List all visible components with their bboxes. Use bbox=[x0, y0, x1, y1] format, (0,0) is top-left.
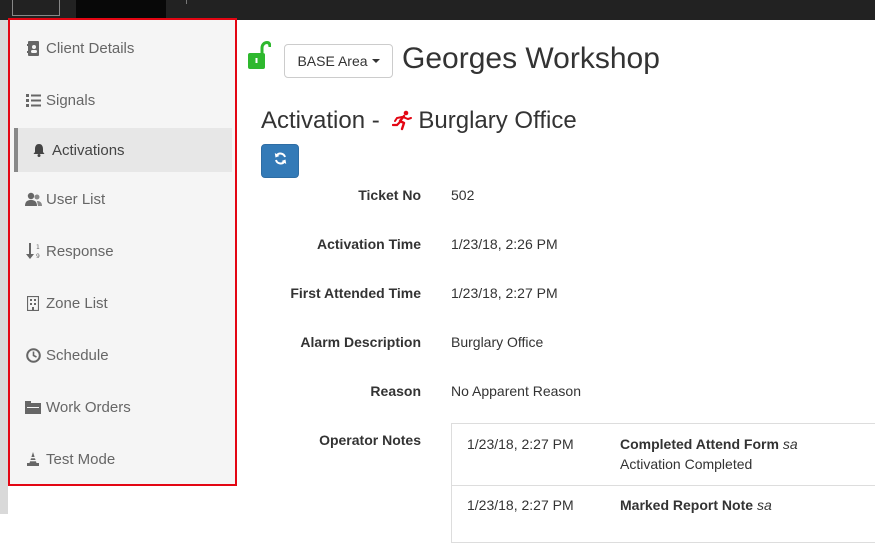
folder-icon bbox=[24, 399, 42, 415]
note-user: sa bbox=[757, 497, 772, 513]
reason-value: No Apparent Reason bbox=[451, 383, 581, 399]
refresh-icon bbox=[274, 152, 287, 170]
sidebar-item-label: Signals bbox=[46, 91, 96, 109]
sidebar-item-label: Schedule bbox=[46, 346, 109, 364]
operator-notes-list: 1/23/18, 2:27 PM Completed Attend Form sa… bbox=[451, 423, 875, 543]
sidebar-item-label: User List bbox=[46, 190, 106, 208]
note-user: sa bbox=[782, 436, 798, 452]
bell-icon bbox=[30, 142, 48, 158]
sort-numeric-icon: 19 bbox=[24, 243, 42, 259]
sidebar-item-label: Activations bbox=[52, 141, 125, 159]
users-icon bbox=[24, 191, 42, 207]
note-title: Completed Attend Form sa bbox=[620, 436, 798, 452]
alarm-description-value: Burglary Office bbox=[451, 334, 544, 350]
sidebar-item-label: Zone List bbox=[46, 294, 108, 312]
activation-title-name: Burglary Office bbox=[418, 107, 577, 134]
refresh-button[interactable] bbox=[261, 144, 299, 178]
alarm-description-label: Alarm Description bbox=[300, 334, 421, 350]
note-divider bbox=[452, 485, 875, 486]
sidebar-item-user-list[interactable]: User List bbox=[14, 177, 232, 221]
ticket-no-value: 502 bbox=[451, 187, 475, 203]
activation-time-value: 1/23/18, 2:26 PM bbox=[451, 236, 558, 252]
sidebar-item-label: Test Mode bbox=[46, 450, 116, 468]
sidebar-item-label: Work Orders bbox=[46, 398, 131, 416]
note-description: Activation Completed bbox=[620, 456, 753, 472]
sidebar-item-client-details[interactable]: Client Details bbox=[14, 26, 232, 70]
sidebar-item-label: Response bbox=[46, 242, 114, 260]
sidebar-item-label: Client Details bbox=[46, 39, 135, 57]
sidebar-item-work-orders[interactable]: Work Orders bbox=[14, 385, 232, 429]
top-navbar bbox=[0, 0, 875, 20]
navbar-brand[interactable] bbox=[12, 0, 60, 16]
first-attended-time-label: First Attended Time bbox=[290, 285, 421, 301]
operator-notes-label: Operator Notes bbox=[319, 432, 421, 448]
unlock-icon bbox=[247, 40, 272, 71]
sidebar-item-test-mode[interactable]: Test Mode bbox=[14, 437, 232, 481]
sidebar: Client Details Signals Activations User … bbox=[8, 18, 237, 486]
activation-title-prefix: Activation - bbox=[261, 107, 387, 134]
sidebar-item-zone-list[interactable]: Zone List bbox=[14, 281, 232, 325]
area-dropdown-button[interactable]: BASE Area bbox=[284, 44, 393, 78]
note-time: 1/23/18, 2:27 PM bbox=[467, 497, 574, 513]
note-time: 1/23/18, 2:27 PM bbox=[467, 436, 574, 452]
cone-icon bbox=[24, 451, 42, 467]
left-edge-strip bbox=[0, 20, 8, 514]
caret-down-icon bbox=[371, 59, 380, 63]
svg-text:9: 9 bbox=[36, 253, 40, 259]
sidebar-item-signals[interactable]: Signals bbox=[14, 78, 232, 122]
sidebar-item-schedule[interactable]: Schedule bbox=[14, 333, 232, 377]
sidebar-item-activations[interactable]: Activations bbox=[14, 128, 232, 172]
area-dropdown-label: BASE Area bbox=[297, 53, 368, 69]
note-title: Marked Report Note sa bbox=[620, 497, 772, 513]
activation-title: Activation - Burglary Office bbox=[261, 106, 577, 136]
reason-label: Reason bbox=[370, 383, 421, 399]
building-icon bbox=[24, 295, 42, 311]
running-person-icon bbox=[392, 110, 414, 132]
navbar-active-item[interactable] bbox=[76, 0, 166, 20]
list-icon bbox=[24, 92, 42, 108]
svg-text:1: 1 bbox=[36, 244, 40, 251]
address-book-icon bbox=[24, 40, 42, 56]
note-title-text: Marked Report Note bbox=[620, 497, 754, 513]
sidebar-item-response[interactable]: 19 Response bbox=[14, 229, 232, 273]
ticket-no-label: Ticket No bbox=[358, 187, 421, 203]
activation-time-label: Activation Time bbox=[317, 236, 421, 252]
site-title: Georges Workshop bbox=[402, 42, 660, 75]
navbar-separator bbox=[186, 0, 192, 4]
first-attended-time-value: 1/23/18, 2:27 PM bbox=[451, 285, 558, 301]
clock-icon bbox=[24, 347, 42, 363]
note-title-text: Completed Attend Form bbox=[620, 436, 779, 452]
